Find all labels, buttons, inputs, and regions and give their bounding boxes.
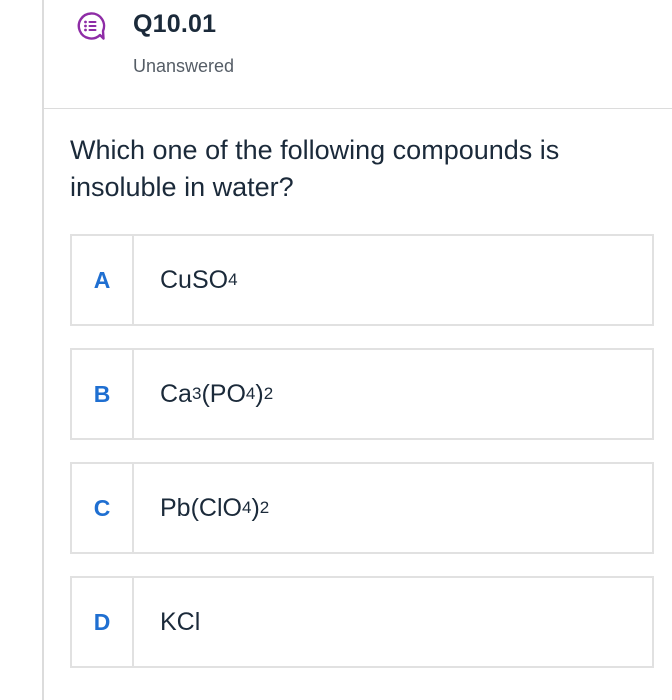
option-letter: C (72, 464, 134, 552)
option-text: Ca 3 (PO 4) 2 (160, 379, 274, 408)
option-a[interactable]: A CuSO 4 (70, 234, 654, 326)
option-letter: A (72, 236, 134, 324)
question-header: Q10.01 Unanswered (44, 0, 672, 109)
option-text: CuSO 4 (160, 265, 238, 294)
option-c[interactable]: C Pb(ClO 4) 2 (70, 462, 654, 554)
answer-options: A CuSO 4 B Ca 3 (PO 4) 2 C Pb(ClO 4) 2 D KCl (70, 234, 654, 690)
question-status: Unanswered (133, 56, 235, 76)
option-b[interactable]: B Ca 3 (PO 4) 2 (70, 348, 654, 440)
question-text: Which one of the following compounds is … (70, 135, 560, 202)
option-letter: B (72, 350, 134, 438)
question-id: Q10.01 (133, 10, 217, 38)
option-letter: D (72, 578, 134, 666)
option-d[interactable]: D KCl (70, 576, 654, 668)
question-chat-icon (76, 11, 106, 41)
option-text: KCl (160, 607, 201, 636)
option-text: Pb(ClO 4) 2 (160, 493, 270, 522)
quiz-page: Q10.01 Unanswered Which one of the follo… (0, 0, 672, 700)
